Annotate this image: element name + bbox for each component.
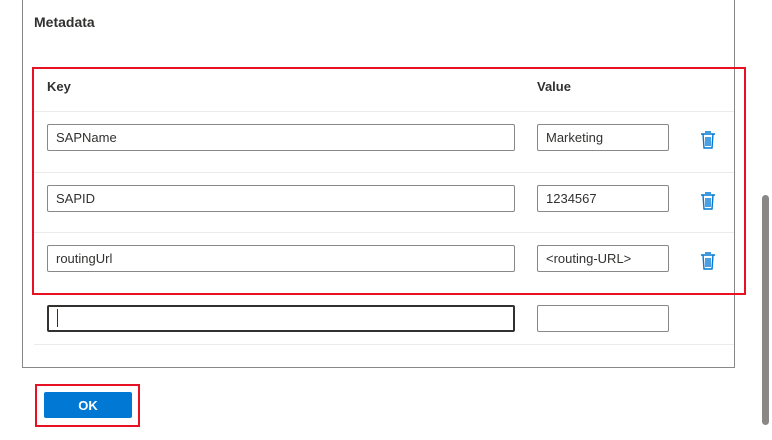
text-caret bbox=[57, 309, 58, 327]
trash-icon bbox=[701, 192, 715, 210]
value-column-header: Value bbox=[537, 79, 571, 94]
panel-right-border bbox=[734, 0, 735, 368]
value-field[interactable] bbox=[537, 185, 669, 212]
value-field[interactable] bbox=[537, 124, 669, 151]
new-key-field[interactable] bbox=[47, 305, 515, 332]
ok-button[interactable]: OK bbox=[44, 392, 132, 418]
row-divider bbox=[34, 344, 734, 345]
trash-icon bbox=[701, 131, 715, 149]
key-column-header: Key bbox=[47, 79, 71, 94]
panel-bottom-border bbox=[22, 367, 735, 368]
scrollbar-thumb[interactable] bbox=[762, 195, 769, 425]
key-field[interactable] bbox=[47, 185, 515, 212]
value-field[interactable] bbox=[537, 245, 669, 272]
row-divider bbox=[34, 232, 734, 233]
trash-icon bbox=[701, 252, 715, 270]
key-field[interactable] bbox=[47, 124, 515, 151]
delete-row-button[interactable] bbox=[697, 128, 719, 152]
row-divider bbox=[34, 172, 734, 173]
new-value-field[interactable] bbox=[537, 305, 669, 332]
header-divider bbox=[34, 111, 734, 112]
delete-row-button[interactable] bbox=[697, 249, 719, 273]
delete-row-button[interactable] bbox=[697, 189, 719, 213]
metadata-section-title: Metadata bbox=[34, 14, 95, 30]
key-field[interactable] bbox=[47, 245, 515, 272]
panel-left-border bbox=[22, 0, 23, 368]
